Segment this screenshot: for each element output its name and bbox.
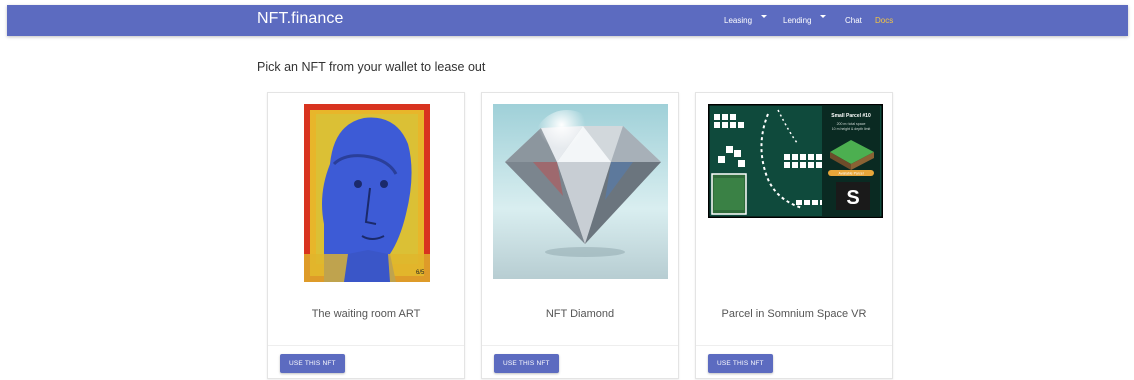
nav-leasing-dropdown[interactable]: Leasing — [724, 15, 768, 25]
card-footer: USE THIS NFT — [482, 345, 678, 380]
parcel-limit: 10 m height & depth limit — [832, 127, 871, 131]
nav-leasing-label: Leasing — [724, 16, 753, 25]
nft-image-waiting-room-art: 6/5 — [304, 104, 430, 282]
top-navbar: NFT.finance Leasing Lending Chat Docs — [7, 5, 1128, 36]
nft-image-somnium-parcel: Small Parcel #10 200 m² total space 10 m… — [708, 104, 883, 218]
use-this-nft-button[interactable]: USE THIS NFT — [494, 354, 559, 373]
nft-card-title: The waiting room ART — [311, 308, 421, 320]
card-footer: USE THIS NFT — [696, 345, 892, 380]
nav-chat-link[interactable]: Chat — [845, 16, 862, 25]
parcel-title: Small Parcel #10 — [831, 113, 871, 119]
nav-lending-label: Lending — [783, 16, 812, 25]
parcel-space: 200 m² total space — [837, 122, 866, 126]
somnium-logo: S — [846, 187, 859, 209]
nft-card: 6/5 The waiting room ART USE THIS NFT — [267, 92, 465, 379]
brand-logo-link[interactable]: NFT.finance — [257, 10, 343, 28]
art-edition-label: 6/5 — [416, 270, 425, 276]
use-this-nft-button[interactable]: USE THIS NFT — [280, 354, 345, 373]
nav-lending-dropdown[interactable]: Lending — [783, 15, 827, 25]
nft-card-title: Parcel in Somnium Space VR — [721, 308, 867, 320]
nft-image-diamond — [493, 104, 668, 279]
parcel-badge: Available Parcel — [838, 172, 863, 176]
nav-docs-link[interactable]: Docs — [875, 16, 893, 25]
nft-card: Small Parcel #10 200 m² total space 10 m… — [695, 92, 893, 379]
use-this-nft-button[interactable]: USE THIS NFT — [708, 354, 773, 373]
nft-card: NFT Diamond USE THIS NFT — [481, 92, 679, 379]
card-footer: USE THIS NFT — [268, 345, 464, 380]
chevron-down-icon — [820, 15, 827, 18]
page-heading: Pick an NFT from your wallet to lease ou… — [257, 60, 486, 74]
nft-card-title: NFT Diamond — [545, 308, 615, 320]
chevron-down-icon — [761, 15, 768, 18]
